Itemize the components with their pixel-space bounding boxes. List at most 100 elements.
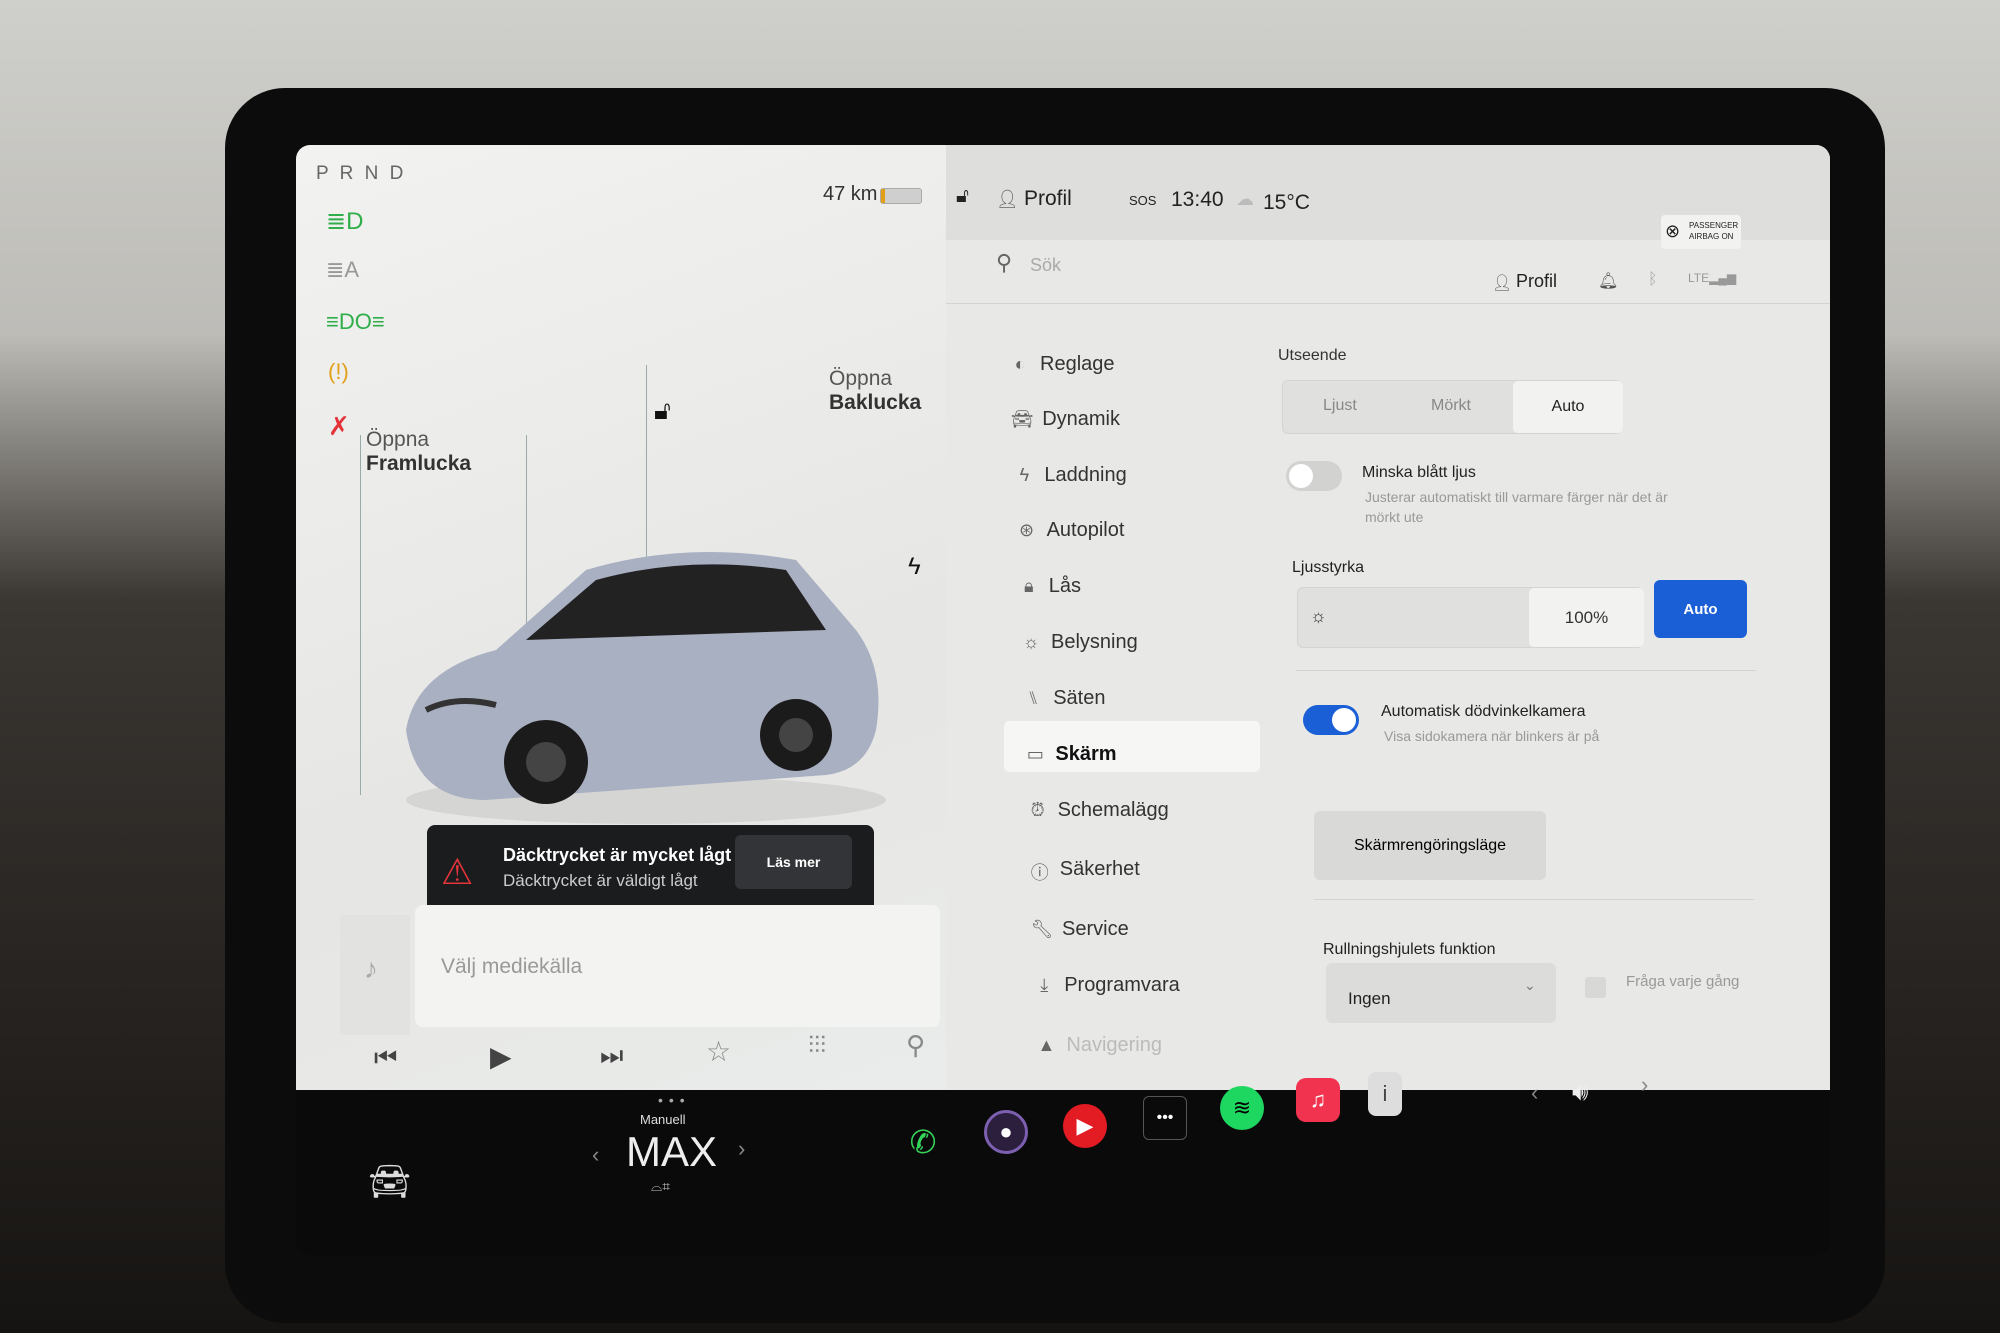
outside-temperature: 15°C — [1263, 191, 1310, 214]
alert-subtitle: Däcktrycket är väldigt lågt — [503, 871, 698, 890]
menu-item-dynamik[interactable]: 🚘︎ Dynamik — [1010, 403, 1250, 439]
brightness-value: 100% — [1529, 588, 1644, 647]
menu-item-label: Schemalägg — [1057, 799, 1169, 821]
car-icon[interactable]: 🚘︎ — [368, 1162, 411, 1202]
menu-item-label: Service — [1062, 918, 1129, 940]
charge-port-icon[interactable]: ϟ — [908, 553, 921, 581]
appearance-segmented-control: Ljust Mörkt Auto — [1282, 380, 1623, 434]
menu-item-navigering[interactable]: ▲ Navigering — [1034, 1029, 1274, 1065]
profile-icon: 👤︎ — [996, 189, 1019, 209]
brightness-auto-button[interactable]: Auto — [1654, 580, 1747, 638]
warning-triangle-icon: ⚠ — [441, 851, 474, 892]
notification-bell-icon[interactable]: 🔔︎ — [1598, 271, 1618, 291]
unlock-icon[interactable]: 🔓︎ — [654, 395, 671, 427]
header-profile[interactable]: Profil — [1516, 271, 1557, 292]
passenger-airbag-indicator: ⊗ PASSENGER AIRBAG ON — [1661, 215, 1741, 249]
ask-every-time-checkbox[interactable] — [1585, 977, 1606, 998]
sos-icon[interactable]: SOS — [1129, 193, 1156, 208]
open-frunk-label[interactable]: Öppna Framlucka — [366, 428, 471, 476]
manual-icon[interactable]: i — [1368, 1072, 1402, 1116]
equalizer-icon[interactable]: ⫶⫶⫶ — [808, 1032, 826, 1060]
volume-increase-chevron[interactable]: › — [1641, 1072, 1648, 1098]
battery-icon — [880, 188, 922, 204]
alert-title: Däcktrycket är mycket lågt — [503, 845, 732, 865]
fan-decrease-chevron[interactable]: ‹ — [592, 1142, 599, 1168]
menu-item-belysning[interactable]: ☼ Belysning — [1019, 626, 1259, 662]
scroll-wheel-dropdown[interactable]: Ingen ⌄ — [1326, 963, 1556, 1023]
wrench-icon: 🔧︎ — [1030, 919, 1054, 939]
menu-item-label: Reglage — [1040, 353, 1115, 375]
read-more-button[interactable]: Läs mer — [735, 835, 852, 889]
frunk-leader-line — [360, 435, 361, 795]
low-beam-icon: ≣D — [326, 208, 364, 235]
appearance-auto[interactable]: Auto — [1513, 381, 1623, 433]
menu-item-lås[interactable]: 🔒︎ Lås — [1017, 570, 1257, 606]
menu-item-label: Programvara — [1064, 974, 1180, 996]
menu-item-label: Säten — [1053, 687, 1106, 709]
play-icon[interactable]: ▶ — [490, 1040, 512, 1073]
menu-item-laddning[interactable]: ϟ Laddning — [1012, 459, 1252, 495]
youtube-music-icon[interactable]: ▶ — [1063, 1104, 1107, 1148]
chevron-down-icon: ⌄ — [1524, 977, 1536, 993]
range-readout: 47 km — [823, 183, 878, 205]
appearance-light[interactable]: Ljust — [1323, 397, 1357, 415]
bluetooth-icon[interactable]: ᛒ — [1648, 271, 1658, 289]
bolt-icon: ϟ — [1019, 465, 1030, 485]
spotify-icon[interactable]: ≋ — [1220, 1086, 1264, 1130]
lock-status-icon[interactable]: 🔓︎ — [956, 185, 969, 208]
touchscreen: P R N D ≣D ≣A ≡DO≡ (!) ✗ 47 km Öppna Fram… — [296, 145, 1830, 1255]
reduce-blue-light-toggle[interactable] — [1286, 461, 1342, 491]
clock: 13:40 — [1171, 188, 1224, 211]
menu-item-service[interactable]: 🔧︎ Service — [1030, 913, 1270, 949]
menu-item-säkerhet[interactable]: ⓘ Säkerhet — [1028, 853, 1268, 889]
brightness-title: Ljusstyrka — [1292, 559, 1365, 576]
toggle-icon: ◐ — [1014, 354, 1026, 374]
open-trunk-label[interactable]: Öppna Baklucka — [829, 367, 921, 415]
fan-speed[interactable]: MAX — [626, 1128, 717, 1176]
previous-track-icon[interactable]: ⏮ — [374, 1042, 397, 1074]
defrost-icons[interactable]: ⌓⌗ — [651, 1178, 670, 1195]
menu-item-label: Autopilot — [1046, 519, 1125, 541]
appearance-dark[interactable]: Mörkt — [1431, 397, 1471, 415]
car-icon: 🚘︎ — [1010, 409, 1034, 429]
volume-icon[interactable]: 🔊︎ — [1572, 1076, 1588, 1108]
media-controls: ⏮ ▶ ⏭ ☆ ⫶⫶⫶ ⚲ — [296, 1030, 946, 1090]
gear-indicator: P R N D — [316, 163, 407, 184]
media-card[interactable]: Välj mediekälla — [415, 905, 940, 1027]
menu-item-autopilot[interactable]: ⊛ Autopilot — [1015, 514, 1255, 550]
favorite-star-icon[interactable]: ☆ — [706, 1035, 731, 1068]
media-source-placeholder[interactable]: Välj mediekälla — [441, 955, 582, 979]
status-profile[interactable]: Profil — [1024, 187, 1072, 211]
search-icon[interactable]: ⚲ — [996, 250, 1012, 276]
media-search-icon[interactable]: ⚲ — [906, 1030, 925, 1061]
menu-item-skärm[interactable]: ▭ Skärm — [1023, 738, 1263, 774]
volume-decrease-chevron[interactable]: ‹ — [1531, 1080, 1538, 1106]
menu-item-säten[interactable]: ⑊ Säten — [1021, 682, 1261, 718]
sun-icon: ☼ — [1022, 632, 1040, 652]
screen-clean-mode-button[interactable]: Skärmrengöringsläge — [1314, 811, 1546, 880]
phone-icon[interactable]: ✆ — [901, 1120, 945, 1164]
display-icon: ▭ — [1026, 744, 1044, 764]
camera-icon[interactable]: ● — [984, 1110, 1028, 1154]
climate-mode: Manuell — [640, 1112, 686, 1127]
scroll-wheel-title: Rullningshjulets funktion — [1323, 941, 1496, 958]
menu-item-reglage[interactable]: ◐ Reglage — [1008, 348, 1248, 384]
divider — [1296, 670, 1756, 671]
menu-item-label: Säkerhet — [1059, 858, 1140, 880]
apple-music-icon[interactable]: ♫ — [1296, 1078, 1340, 1122]
fan-increase-chevron[interactable]: › — [738, 1136, 745, 1162]
settings-search-input[interactable]: Sök — [1030, 255, 1061, 276]
blind-spot-camera-toggle[interactable] — [1303, 705, 1359, 735]
menu-item-label: Belysning — [1051, 631, 1138, 653]
menu-item-schemalägg[interactable]: ⏰︎ Schemalägg — [1026, 794, 1266, 830]
menu-item-label: Dynamik — [1042, 408, 1120, 430]
menu-item-label: Lås — [1048, 575, 1082, 597]
menu-item-programvara[interactable]: ⤓ Programvara — [1032, 969, 1272, 1005]
seat-icon: ⑊ — [1027, 688, 1039, 708]
next-track-icon[interactable]: ⏭ — [600, 1040, 623, 1072]
brightness-slider[interactable]: ☼ 100% — [1297, 587, 1644, 648]
tire-pressure-warning-icon: (!) — [328, 359, 349, 384]
reduce-blue-light-label: Minska blått ljus — [1362, 464, 1476, 481]
more-apps-icon[interactable]: ••• — [1143, 1096, 1187, 1140]
scroll-wheel-selected: Ingen — [1348, 989, 1391, 1008]
